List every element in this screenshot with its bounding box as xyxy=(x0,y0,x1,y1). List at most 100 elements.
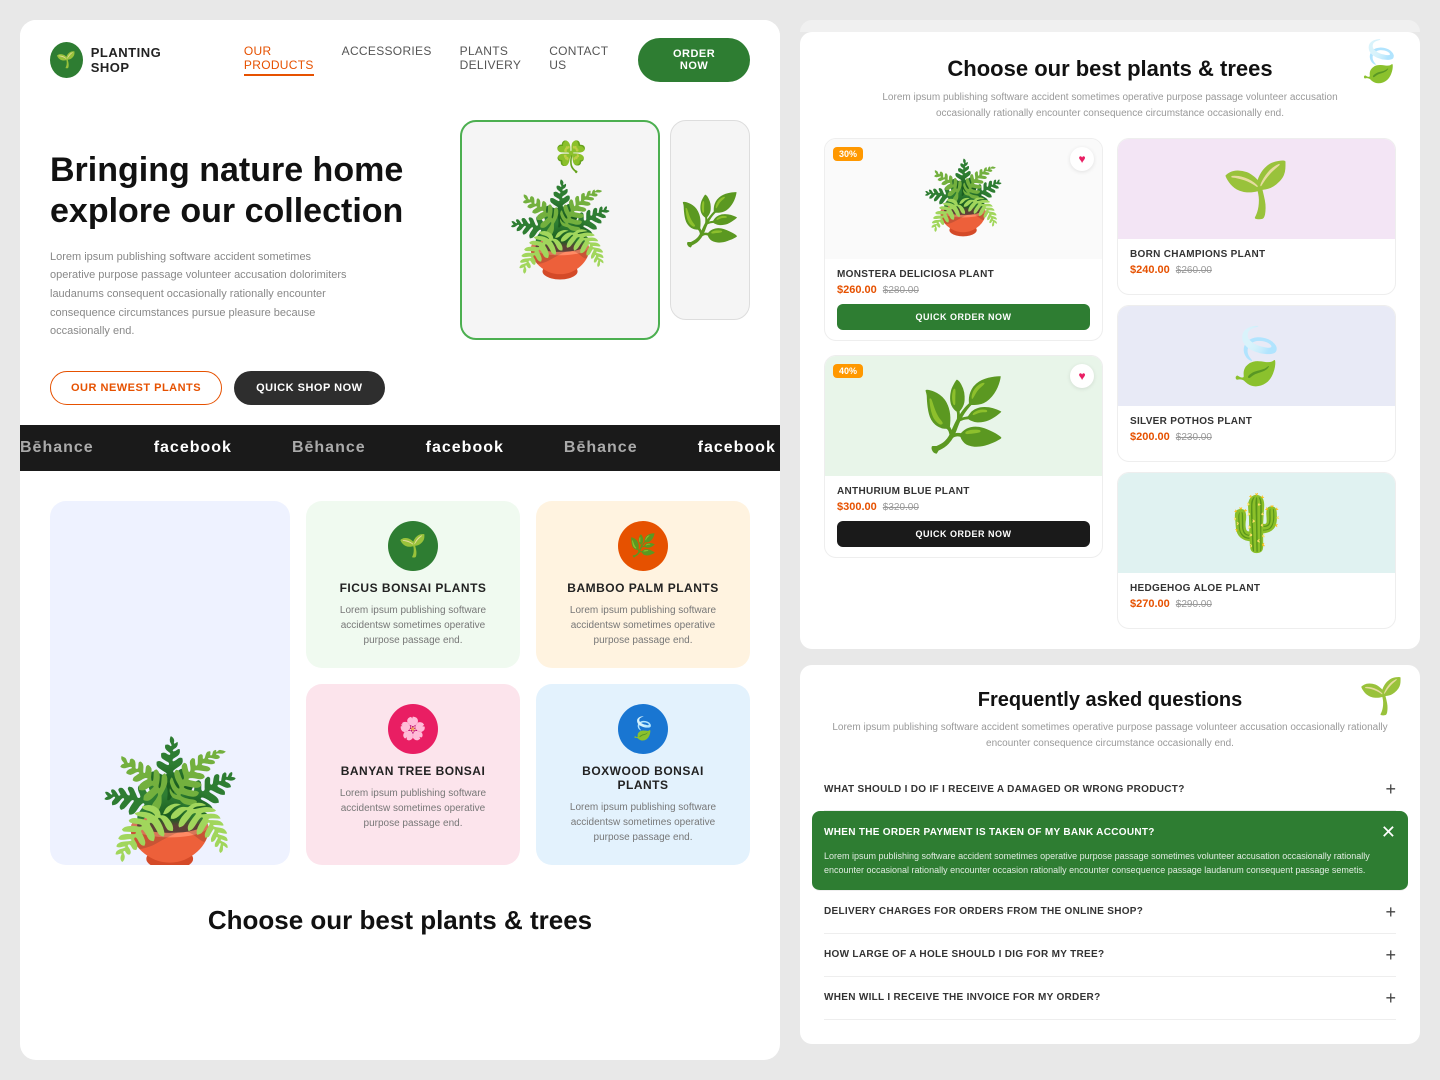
choose-section-heading: Choose our best plants & trees xyxy=(20,895,780,936)
ticker-item: facebook xyxy=(154,439,232,457)
product-anthurium-badge: 40% xyxy=(833,364,863,378)
bamboo-desc: Lorem ipsum publishing software accident… xyxy=(556,603,730,648)
logo[interactable]: 🌱 PLANTING SHOP xyxy=(50,42,194,78)
plant-image-side: 🌿 xyxy=(679,191,741,250)
order-now-button[interactable]: ORDER NOW xyxy=(638,38,750,82)
product-silver-emoji: 🍃 xyxy=(1222,324,1290,389)
ticker-item: Bēhance xyxy=(564,439,638,457)
category-boxwood[interactable]: 🍃 BOXWOOD BONSAI PLANTS Lorem ipsum publ… xyxy=(536,684,750,865)
product-hedgehog-price: $270.00 xyxy=(1130,598,1170,610)
hero-section: Bringing nature home explore our collect… xyxy=(20,100,780,405)
faq-question-1[interactable]: WHAT SHOULD I DO IF I RECEIVE A DAMAGED … xyxy=(824,780,1396,798)
product-born-name: BORN CHAMPIONS PLANT xyxy=(1130,249,1383,260)
faq-icon-4: + xyxy=(1385,946,1396,964)
product-silver-price: $200.00 xyxy=(1130,431,1170,443)
shop-title: Choose our best plants & trees xyxy=(824,56,1396,82)
nav-our-products[interactable]: OUR PRODUCTS xyxy=(244,44,314,76)
product-monstera-heart[interactable]: ♥ xyxy=(1070,147,1094,171)
ticker-content: Bēhance facebook Bēhance facebook Bēhanc… xyxy=(20,439,780,457)
product-monstera-name: MONSTERA DELICIOSA PLANT xyxy=(837,269,1090,280)
nav-links: OUR PRODUCTS ACCESSORIES PLANTS DELIVERY… xyxy=(244,44,608,76)
product-anthurium-name: ANTHURIUM BLUE PLANT xyxy=(837,486,1090,497)
product-monstera-badge: 30% xyxy=(833,147,863,161)
ticker-item: facebook xyxy=(426,439,504,457)
boxwood-icon: 🍃 xyxy=(618,704,668,754)
product-monstera-order-button[interactable]: QUICK ORDER NOW xyxy=(837,304,1090,330)
product-monstera-price: $260.00 xyxy=(837,284,877,296)
product-monstera-info: MONSTERA DELICIOSA PLANT $260.00 $280.00… xyxy=(825,259,1102,340)
boxwood-desc: Lorem ipsum publishing software accident… xyxy=(556,800,730,845)
ficus-name: FICUS BONSAI PLANTS xyxy=(340,581,487,595)
product-anthurium-emoji: 🌿 xyxy=(920,375,1007,457)
product-monstera-emoji: 🪴 xyxy=(920,158,1007,240)
product-hedgehog-info: HEDGEHOG ALOE PLANT $270.00 $290.00 xyxy=(1118,573,1395,628)
right-panel: 🍃 Choose our best plants & trees Lorem i… xyxy=(800,20,1420,1060)
top-strip xyxy=(800,20,1420,32)
category-ficus[interactable]: 🌱 FICUS BONSAI PLANTS Lorem ipsum publis… xyxy=(306,501,520,668)
product-born-price: $240.00 xyxy=(1130,264,1170,276)
left-panel: 🌱 PLANTING SHOP OUR PRODUCTS ACCESSORIES… xyxy=(20,20,780,1060)
faq-header: Frequently asked questions Lorem ipsum p… xyxy=(824,689,1396,752)
category-banyan[interactable]: 🌸 BANYAN TREE BONSAI Lorem ipsum publish… xyxy=(306,684,520,865)
shop-description: Lorem ipsum publishing software accident… xyxy=(860,90,1360,122)
shop-section: 🍃 Choose our best plants & trees Lorem i… xyxy=(800,32,1420,649)
nav-plants-delivery[interactable]: PLANTS DELIVERY xyxy=(460,44,522,76)
leaf-decoration-right: 🍃 xyxy=(1354,42,1404,82)
product-monstera-prices: $260.00 $280.00 xyxy=(837,284,1090,296)
banyan-icon: 🌸 xyxy=(388,704,438,754)
product-hedgehog-name: HEDGEHOG ALOE PLANT xyxy=(1130,583,1383,594)
product-silver-pothos: 🍃 SILVER POTHOS PLANT $200.00 $230.00 xyxy=(1117,305,1396,462)
ficus-desc: Lorem ipsum publishing software accident… xyxy=(326,603,500,648)
product-hedgehog-oldprice: $290.00 xyxy=(1176,599,1212,610)
faq-icon-3: + xyxy=(1385,903,1396,921)
faq-q-text-5: WHEN WILL I RECEIVE THE INVOICE FOR MY O… xyxy=(824,992,1100,1003)
hero-text: Bringing nature home explore our collect… xyxy=(50,130,460,405)
faq-question-2[interactable]: WHEN THE ORDER PAYMENT IS TAKEN OF MY BA… xyxy=(824,823,1396,841)
logo-text: PLANTING SHOP xyxy=(91,45,194,75)
faq-q-text-2: WHEN THE ORDER PAYMENT IS TAKEN OF MY BA… xyxy=(824,827,1155,838)
nav-contact-us[interactable]: CONTACT US xyxy=(549,44,608,76)
product-anthurium-order-button[interactable]: QUICK ORDER NOW xyxy=(837,521,1090,547)
navbar: 🌱 PLANTING SHOP OUR PRODUCTS ACCESSORIES… xyxy=(20,20,780,100)
faq-item-4: HOW LARGE OF A HOLE SHOULD I DIG FOR MY … xyxy=(824,934,1396,977)
clover-decoration: 🍀 xyxy=(553,140,590,175)
hero-plant-card-side: 🌿 xyxy=(670,120,750,320)
product-silver-oldprice: $230.00 xyxy=(1176,432,1212,443)
faq-section: 🌱 Frequently asked questions Lorem ipsum… xyxy=(800,665,1420,1044)
nav-accessories[interactable]: ACCESSORIES xyxy=(342,44,432,76)
product-silver-prices: $200.00 $230.00 xyxy=(1130,431,1383,443)
product-born-oldprice: $260.00 xyxy=(1176,265,1212,276)
faq-item-3: DELIVERY CHARGES FOR ORDERS FROM THE ONL… xyxy=(824,891,1396,934)
faq-item-5: WHEN WILL I RECEIVE THE INVOICE FOR MY O… xyxy=(824,977,1396,1020)
category-bamboo[interactable]: 🌿 BAMBOO PALM PLANTS Lorem ipsum publish… xyxy=(536,501,750,668)
faq-icon-5: + xyxy=(1385,989,1396,1007)
hero-images: 🍀 🪴 🌿 xyxy=(460,120,750,340)
faq-q-text-1: WHAT SHOULD I DO IF I RECEIVE A DAMAGED … xyxy=(824,784,1185,795)
product-anthurium-image: 40% ♥ 🌿 xyxy=(825,356,1102,476)
product-anthurium-info: ANTHURIUM BLUE PLANT $300.00 $320.00 QUI… xyxy=(825,476,1102,557)
faq-question-5[interactable]: WHEN WILL I RECEIVE THE INVOICE FOR MY O… xyxy=(824,989,1396,1007)
faq-description: Lorem ipsum publishing software accident… xyxy=(824,720,1396,752)
bamboo-name: BAMBOO PALM PLANTS xyxy=(567,581,718,595)
newest-plants-button[interactable]: OUR NEWEST PLANTS xyxy=(50,371,222,405)
product-born-info: BORN CHAMPIONS PLANT $240.00 $260.00 xyxy=(1118,239,1395,294)
feature-plant-card: 🪴 xyxy=(50,501,290,865)
quick-shop-button[interactable]: QUICK SHOP NOW xyxy=(234,371,384,405)
product-born-emoji: 🌱 xyxy=(1222,157,1290,222)
ticker-item: Bēhance xyxy=(20,439,94,457)
product-anthurium-price: $300.00 xyxy=(837,501,877,513)
product-monstera: 30% ♥ 🪴 MONSTERA DELICIOSA PLANT $260.00… xyxy=(824,138,1103,341)
faq-question-3[interactable]: DELIVERY CHARGES FOR ORDERS FROM THE ONL… xyxy=(824,903,1396,921)
product-silver-name: SILVER POTHOS PLANT xyxy=(1130,416,1383,427)
logo-icon: 🌱 xyxy=(50,42,83,78)
product-born-image: 🌱 xyxy=(1118,139,1395,239)
ficus-icon: 🌱 xyxy=(388,521,438,571)
faq-q-text-4: HOW LARGE OF A HOLE SHOULD I DIG FOR MY … xyxy=(824,949,1104,960)
product-anthurium: 40% ♥ 🌿 ANTHURIUM BLUE PLANT $300.00 $32… xyxy=(824,355,1103,558)
faq-question-4[interactable]: HOW LARGE OF A HOLE SHOULD I DIG FOR MY … xyxy=(824,946,1396,964)
product-born-champions: 🌱 BORN CHAMPIONS PLANT $240.00 $260.00 xyxy=(1117,138,1396,295)
product-hedgehog-emoji: 🌵 xyxy=(1222,491,1290,556)
hero-title: Bringing nature home explore our collect… xyxy=(50,150,460,232)
product-anthurium-heart[interactable]: ♥ xyxy=(1070,364,1094,388)
product-silver-image: 🍃 xyxy=(1118,306,1395,406)
